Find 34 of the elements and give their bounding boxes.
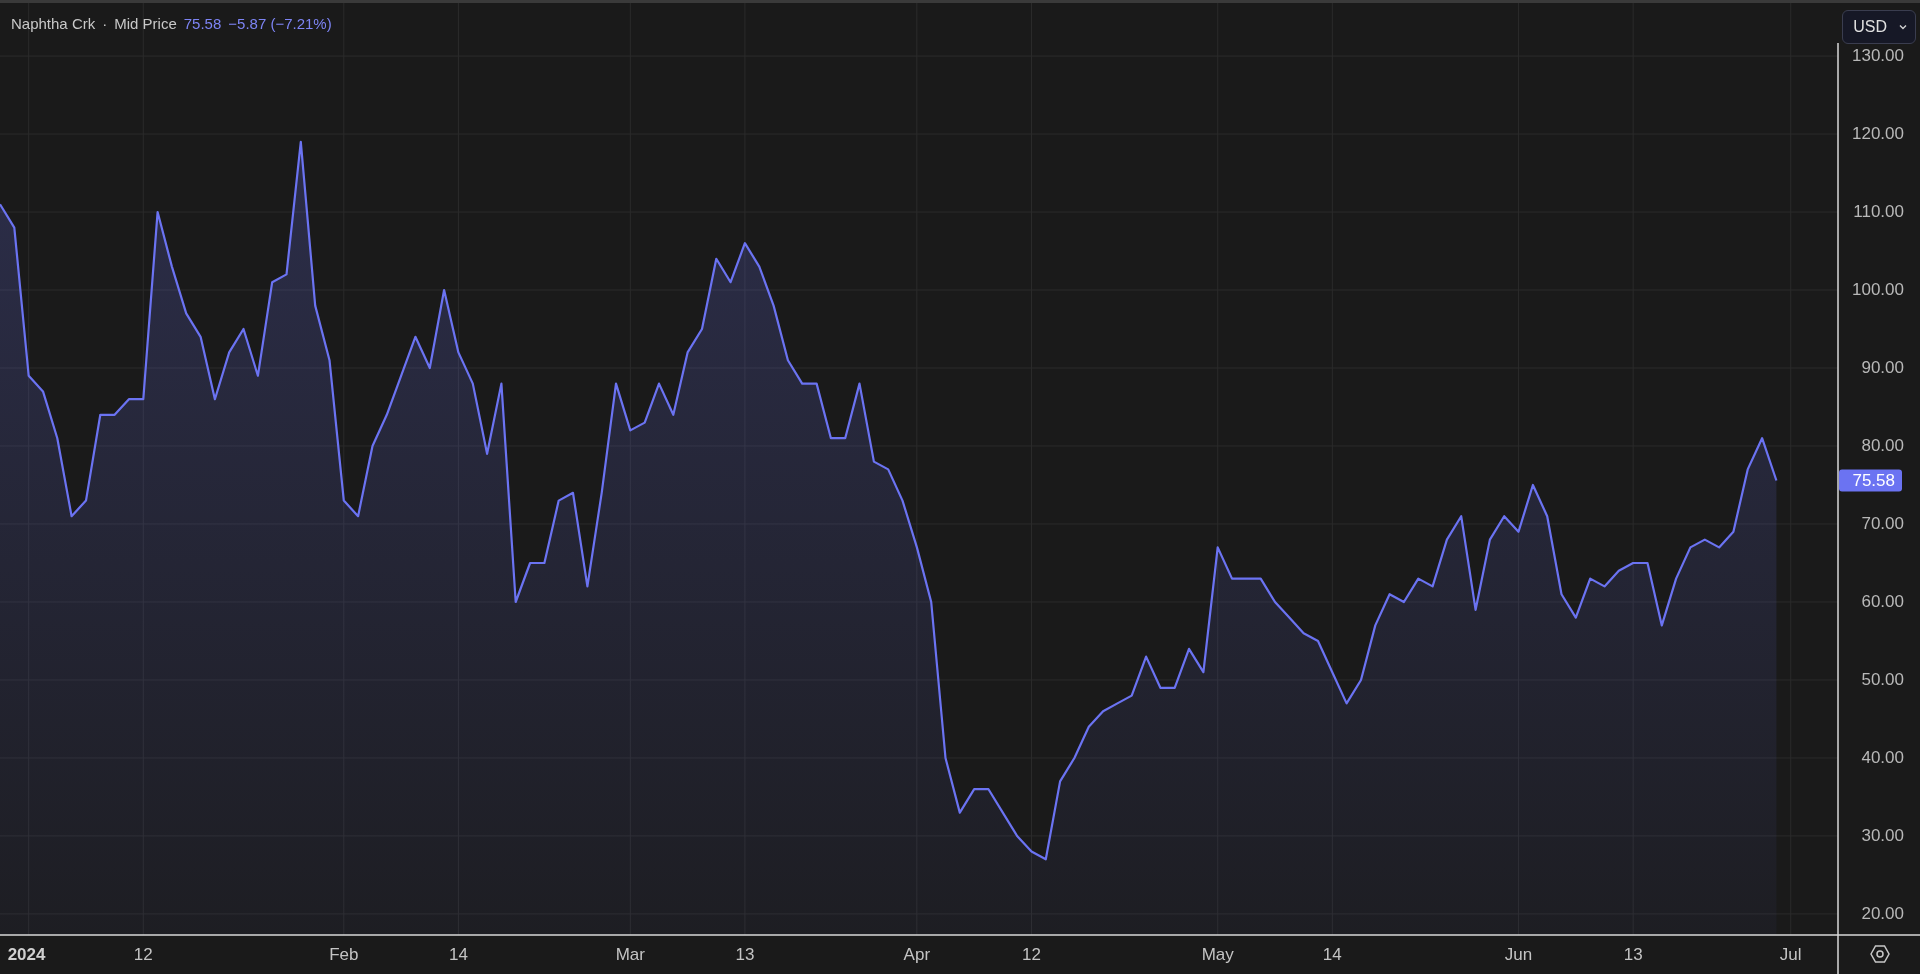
y-axis-label: 100.00 — [1852, 280, 1904, 299]
y-axis-label: 70.00 — [1861, 514, 1904, 533]
symbol-title: Naphtha Crk — [11, 15, 96, 32]
x-axis-label: 13 — [1623, 945, 1643, 964]
separator-dot: · — [102, 15, 108, 32]
y-axis-label: 60.00 — [1861, 592, 1904, 611]
y-axis-label: 120.00 — [1852, 124, 1904, 144]
y-axis-label: 80.00 — [1861, 436, 1904, 455]
price-badge: 75.58 — [1839, 469, 1902, 492]
y-axis-label: 110.00 — [1853, 202, 1904, 221]
x-axis-label: May — [1201, 945, 1234, 964]
y-axis-label: 130.00 — [1852, 46, 1904, 66]
y-axis-label: 90.00 — [1861, 358, 1904, 377]
x-axis-label: Feb — [329, 945, 359, 964]
y-axis-label: 20.00 — [1861, 903, 1904, 923]
x-axis-label: 14 — [1322, 945, 1342, 964]
x-axis-label: 2024 — [7, 945, 46, 964]
y-axis-label: 40.00 — [1861, 747, 1904, 767]
x-axis-label: 14 — [448, 945, 468, 964]
y-axis-label: 30.00 — [1861, 825, 1904, 845]
x-axis-label: 13 — [735, 945, 755, 964]
settings-icon[interactable] — [1870, 945, 1890, 963]
x-axis-label: Jun — [1504, 945, 1533, 964]
currency-dropdown[interactable]: USD — [1842, 10, 1916, 44]
x-axis-label: Mar — [615, 945, 645, 964]
x-axis-label: 12 — [1022, 945, 1041, 964]
chevron-down-icon — [1899, 24, 1907, 30]
x-axis-label: Apr — [903, 945, 931, 964]
x-axis-label: Jul — [1779, 945, 1802, 964]
series-name: Mid Price — [114, 15, 177, 32]
x-axis-label: 12 — [133, 945, 153, 964]
y-axis-label: 50.00 — [1861, 669, 1904, 689]
last-price: 75.58 — [183, 15, 222, 32]
price-change: −5.87 (−7.21%) — [228, 15, 332, 32]
